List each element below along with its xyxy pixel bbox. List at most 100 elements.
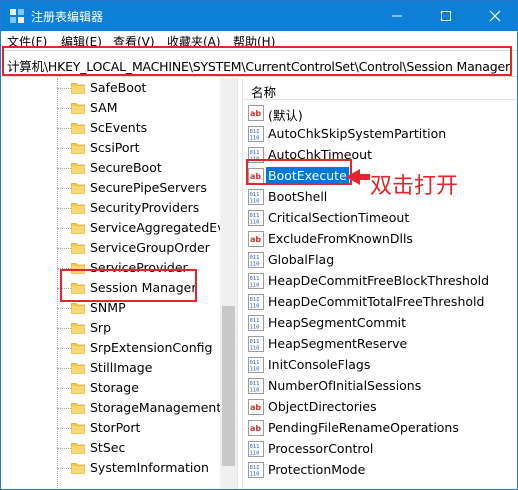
value-row[interactable]: 011 110 HeapDeCommitFreeBlockThreshold [243,270,517,291]
menu-view[interactable]: 查看(V) [113,33,155,50]
value-row[interactable]: 011 110 HeapSegmentCommit [243,312,517,333]
value-name: GlobalFlag [268,252,335,267]
string-value-icon: ab [248,105,264,121]
tree-connector [57,408,71,409]
folder-icon [71,443,85,454]
value-row[interactable]: ab ExcludeFromKnownDlls [243,228,517,249]
tree-item[interactable]: SystemInformation [57,458,237,478]
tree-item[interactable]: SNMP [57,298,237,318]
key-tree: SafeBoot SAM ScEvents ScsiPort SecureBoot Sec… [1,78,237,489]
menu-favorites[interactable]: 收藏夹(A) [167,33,221,50]
folder-icon [71,343,85,354]
value-name: HeapDeCommitTotalFreeThreshold [268,294,485,309]
binary-value-icon: 011110 [248,336,264,352]
svg-text:ab: ab [250,172,261,181]
tree-item[interactable]: ServiceAggregatedEve [57,218,237,238]
svg-text:ab: ab [250,403,261,412]
menu-file[interactable]: 文件(F) [7,33,47,50]
tree-item[interactable]: SAM [57,98,237,118]
tree-item-label: SafeBoot [90,80,147,95]
value-name: HeapSegmentReserve [268,336,408,351]
svg-text:011: 011 [250,192,260,198]
tree-connector [57,228,71,229]
folder-icon [71,363,85,374]
tree-connector [57,248,71,249]
folder-icon [71,283,85,294]
tree-connector [57,268,71,269]
tree-item[interactable]: Srp [57,318,237,338]
value-row[interactable]: 011 110 HeapDeCommitTotalFreeThreshold [243,291,517,312]
value-row[interactable]: 011 110 AutoChkTimeout [243,144,517,165]
svg-text:110: 110 [250,367,260,373]
tree-item[interactable]: StSec [57,438,237,458]
tree-item[interactable]: SrpExtensionConfig [57,338,237,358]
menu-edit[interactable]: 编辑(E) [61,33,102,50]
svg-text:110: 110 [250,199,260,205]
value-name: AutoChkTimeout [268,147,372,162]
folder-icon [71,163,85,174]
string-value-icon: ab [248,231,264,247]
menu-help[interactable]: 帮助(H) [233,33,275,50]
tree-scrollbar-thumb[interactable] [222,306,235,466]
value-row[interactable]: ab PendingFileRenameOperations [243,417,517,438]
title-bar[interactable]: 注册表编辑器 [1,1,517,31]
value-row[interactable]: 011 110 NumberOfInitialSessions [243,375,517,396]
value-row[interactable]: 011 110 InitConsoleFlags [243,354,517,375]
binary-value-icon: 011110 [248,441,264,457]
svg-text:110: 110 [250,451,260,457]
value-list: 名称 ab (默认) 011 110 AutoChkSkipSystemPartitio… [243,78,517,489]
folder-icon [71,383,85,394]
folder-icon [71,423,85,434]
tree-item[interactable]: Session Manager [57,278,237,298]
value-name: InitConsoleFlags [268,357,371,372]
value-row[interactable]: 011 110 ProtectionMode [243,459,517,480]
value-row[interactable]: ab (默认) [243,102,517,123]
value-name: ExcludeFromKnownDlls [268,231,413,246]
address-bar[interactable]: 计算机\HKEY_LOCAL_MACHINE\SYSTEM\CurrentCon… [1,50,517,77]
binary-value-icon: 011110 [248,126,264,142]
tree-item-label: SrpExtensionConfig [90,340,213,355]
window-title: 注册表编辑器 [31,10,104,24]
tree-item-label: StorageManagement [90,400,222,415]
column-header-name[interactable]: 名称 [243,78,517,100]
tree-item[interactable]: StillImage [57,358,237,378]
tree-item[interactable]: ServiceProvider [57,258,237,278]
tree-item-label: ServiceProvider [90,260,188,275]
value-row[interactable]: ab ObjectDirectories [243,396,517,417]
close-button[interactable] [475,1,515,31]
tree-item[interactable]: Storage [57,378,237,398]
tree-item-label: StSec [90,440,126,455]
tree-item[interactable]: ScEvents [57,118,237,138]
tree-item[interactable]: SecurePipeServers [57,178,237,198]
value-name: BootExecute [266,167,349,184]
folder-icon [71,263,85,274]
tree-item[interactable]: SafeBoot [57,78,237,98]
tree-connector [57,168,71,169]
minimize-button[interactable] [377,1,417,31]
maximize-button[interactable] [426,1,466,31]
tree-connector [57,468,71,469]
tree-item-label: SecureBoot [90,160,162,175]
svg-text:ab: ab [250,235,261,244]
tree-item[interactable]: StorPort [57,418,237,438]
tree-item[interactable]: ScsiPort [57,138,237,158]
tree-connector [57,148,71,149]
minimize-icon [392,15,402,17]
svg-text:011: 011 [250,339,260,345]
tree-scrollbar[interactable] [220,78,237,489]
svg-text:110: 110 [250,325,260,331]
folder-icon [71,323,85,334]
tree-item[interactable]: ServiceGroupOrder [57,238,237,258]
value-row[interactable]: 011 110 ProcessorControl [243,438,517,459]
value-row[interactable]: 011 110 GlobalFlag [243,249,517,270]
tree-item-label: Srp [90,320,112,335]
tree-item[interactable]: SecureBoot [57,158,237,178]
address-path[interactable]: 计算机\HKEY_LOCAL_MACHINE\SYSTEM\CurrentCon… [7,56,510,75]
value-row[interactable]: 011 110 CriticalSectionTimeout [243,207,517,228]
column-header-label: 名称 [251,85,277,100]
menu-bar: 文件(F) 编辑(E) 查看(V) 收藏夹(A) 帮助(H) [1,31,517,50]
value-row[interactable]: 011 110 AutoChkSkipSystemPartition [243,123,517,144]
value-row[interactable]: 011 110 HeapSegmentReserve [243,333,517,354]
tree-item[interactable]: SecurityProviders [57,198,237,218]
tree-item[interactable]: StorageManagement [57,398,237,418]
